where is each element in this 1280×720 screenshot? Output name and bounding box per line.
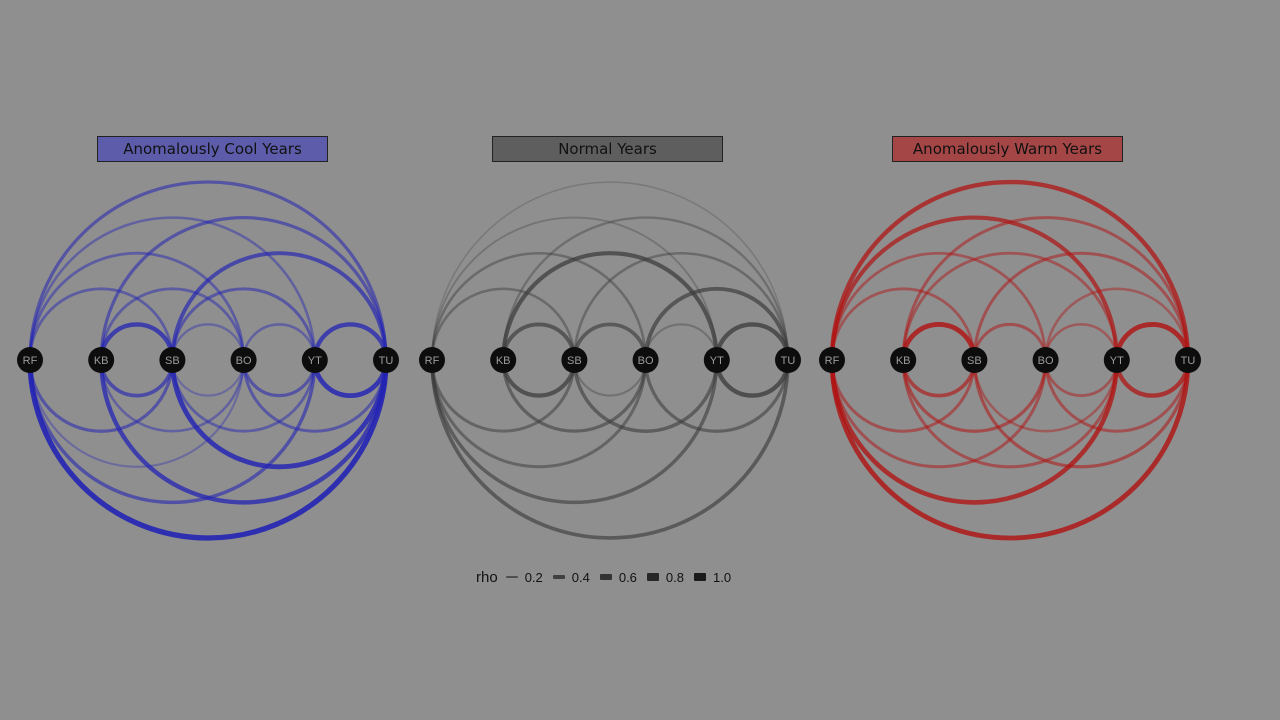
legend-item-2: 0.4: [552, 569, 590, 585]
edge-below-RF-TU: [430, 359, 790, 540]
edge-above-RF-YT: [431, 216, 718, 361]
node-label-TU: TU: [379, 355, 394, 367]
node-label-YT: YT: [308, 355, 322, 367]
legend-item-1: 0.2: [505, 569, 543, 585]
legend-item-3: 0.6: [599, 569, 637, 585]
legend-key-5: [694, 572, 706, 582]
node-label-KB: KB: [94, 355, 109, 367]
node-label-RF: RF: [425, 355, 440, 367]
edge-above-KB-TU: [502, 216, 790, 361]
node-label-TU: TU: [1181, 355, 1196, 367]
edge-below-RF-TU: [829, 359, 1191, 541]
node-label-YT: YT: [1110, 355, 1124, 367]
arc-panel-1: RF KB SB BO YT TU: [419, 181, 801, 540]
node-label-SB: SB: [165, 355, 180, 367]
node-label-RF: RF: [23, 355, 38, 367]
legend-label-3: 0.6: [618, 569, 637, 585]
arc-panel-2: RF KB SB BO YT TU: [819, 179, 1201, 541]
node-label-KB: KB: [496, 355, 511, 367]
edge-above-RF-TU: [431, 181, 789, 361]
node-label-YT: YT: [710, 355, 724, 367]
arc-panel-0: RF KB SB BO YT TU: [17, 180, 399, 541]
legend-key-3: [599, 574, 612, 580]
legend-label-5: 1.0: [713, 569, 732, 585]
node-label-BO: BO: [638, 355, 654, 367]
node-label-TU: TU: [781, 355, 796, 367]
node-label-SB: SB: [567, 355, 582, 367]
legend-key-4: [646, 573, 659, 581]
rho-legend: rho 0.2 0.4 0.6 0.8 1.0: [476, 566, 741, 588]
node-label-BO: BO: [1038, 355, 1054, 367]
edge-above-RF-YT: [829, 215, 1119, 361]
edge-above-RF-TU: [28, 180, 388, 361]
panel-title-normal: Normal Years: [492, 136, 723, 162]
edge-below-RF-TU: [27, 359, 389, 541]
legend-label-4: 0.8: [665, 569, 684, 585]
legend-item-4: 0.8: [646, 569, 684, 585]
node-label-KB: KB: [896, 355, 911, 367]
edge-above-RF-TU: [829, 179, 1191, 361]
legend-label-1: 0.2: [524, 569, 543, 585]
panel-title-warm: Anomalously Warm Years: [892, 136, 1123, 162]
legend-label-2: 0.4: [571, 569, 590, 585]
node-label-BO: BO: [236, 355, 252, 367]
legend-key-1: [505, 575, 518, 579]
node-label-RF: RF: [825, 355, 840, 367]
node-label-SB: SB: [967, 355, 982, 367]
legend-title: rho: [476, 568, 498, 586]
legend-key-2: [552, 574, 565, 580]
panel-title-cool: Anomalously Cool Years: [97, 136, 328, 162]
legend-item-5: 1.0: [694, 570, 731, 585]
arc-diagram-canvas: RF KB SB BO YT TU RF KB SB BO YT TU RF KB SB BO YT TU: [17, 179, 1201, 541]
